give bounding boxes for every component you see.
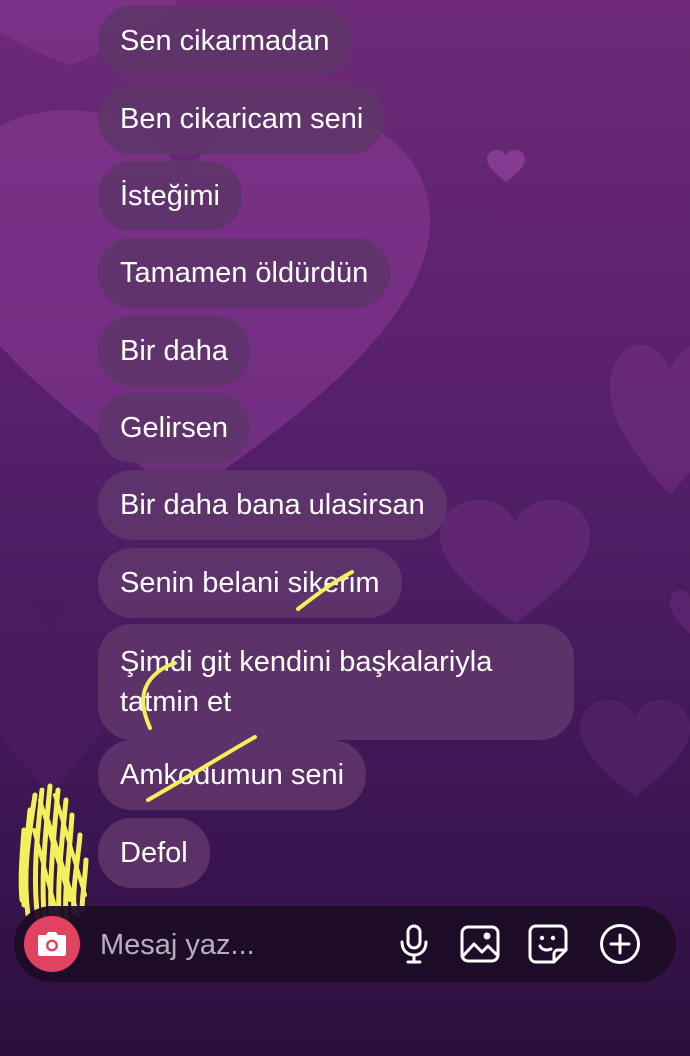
message-bubble[interactable]: İsteğimi [98, 161, 242, 231]
gallery-button[interactable] [458, 922, 502, 966]
message-bubble[interactable]: Tamamen öldürdün [98, 238, 391, 308]
voice-message-button[interactable] [392, 922, 436, 966]
message-bubble[interactable]: Gelirsen [98, 393, 250, 463]
image-icon [460, 925, 500, 963]
camera-icon [38, 932, 66, 956]
camera-button[interactable] [24, 916, 80, 972]
message-composer [14, 906, 676, 982]
message-bubble[interactable]: Şimdi git kendini başkalariyla tatmin et [98, 624, 574, 740]
message-text: İsteğimi [120, 180, 220, 212]
message-input[interactable] [98, 924, 372, 966]
message-bubble[interactable]: Amkodumun seni [98, 740, 367, 810]
message-text: Tamamen öldürdün [120, 257, 369, 289]
message-text: Defol [120, 837, 188, 869]
more-options-button[interactable] [598, 922, 642, 966]
message-text: Gelirsen [120, 412, 228, 444]
message-bubble[interactable]: Ben cikaricam seni [98, 84, 386, 154]
sticker-icon [528, 924, 568, 964]
sticker-button[interactable] [526, 922, 570, 966]
message-bubble[interactable]: Sen cikarmadan [98, 6, 352, 76]
message-bubble[interactable]: Defol [98, 818, 210, 888]
message-bubble[interactable]: Senin belani sikerim [98, 548, 402, 618]
message-bubble[interactable]: Bir daha bana ulasirsan [98, 470, 447, 540]
message-text: Senin belani sikerim [120, 567, 380, 599]
message-text: Bir daha [120, 335, 229, 367]
microphone-icon [400, 924, 428, 964]
message-text: Amkodumun seni [120, 759, 345, 791]
message-text: Şimdi git kendini başkalariyla tatmin et [120, 646, 493, 718]
message-text: Ben cikaricam seni [120, 103, 364, 135]
message-text: Bir daha bana ulasirsan [120, 489, 425, 521]
plus-circle-icon [600, 924, 640, 964]
message-text: Sen cikarmadan [120, 25, 330, 57]
message-bubble[interactable]: Bir daha [98, 316, 251, 386]
